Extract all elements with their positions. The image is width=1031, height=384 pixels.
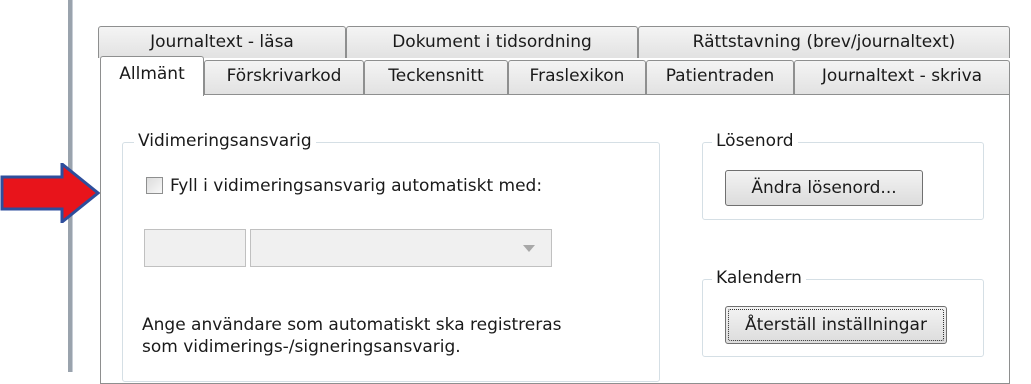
tab-dokument-i-tidsordning[interactable]: Dokument i tidsordning: [346, 26, 638, 58]
tab-fraslexikon[interactable]: Fraslexikon: [508, 60, 646, 94]
calendar-group-title: Kalendern: [712, 268, 806, 288]
autofill-vidimering-label[interactable]: Fyll i vidimeringsansvarig automatiskt m…: [170, 175, 542, 197]
tab-teckensnitt[interactable]: Teckensnitt: [364, 60, 508, 94]
tab-rattstavning[interactable]: Rättstavning (brev/journaltext): [638, 26, 1010, 58]
user-code-field: [144, 229, 246, 267]
autofill-vidimering-checkbox[interactable]: [146, 177, 163, 194]
vidimering-description-line2: som vidimerings-/signeringsansvarig.: [142, 337, 461, 357]
vidimering-group-title: Vidimeringsansvarig: [134, 131, 316, 151]
tab-journaltext-lasa[interactable]: Journaltext - läsa: [98, 26, 346, 58]
tab-allmant[interactable]: Allmänt: [100, 56, 204, 96]
tab-journaltext-skriva[interactable]: Journaltext - skriva: [794, 60, 1010, 94]
chevron-down-icon: [523, 245, 535, 252]
red-arrow-annotation: [0, 163, 100, 223]
button-focus-outline: [728, 309, 944, 341]
change-password-button[interactable]: Ändra lösenord...: [725, 170, 923, 206]
user-name-dropdown: [250, 229, 552, 267]
tab-forskrivarkod[interactable]: Förskrivarkod: [204, 60, 364, 94]
vidimering-description-line1: Ange användare som automatiskt ska regis…: [142, 315, 562, 335]
reset-settings-button[interactable]: Återställ inställningar: [725, 306, 947, 344]
arrow-shape: [0, 163, 100, 223]
tab-patientraden[interactable]: Patientraden: [646, 60, 794, 94]
change-password-button-label: Ändra lösenord...: [751, 178, 897, 198]
password-group-title: Lösenord: [712, 131, 798, 151]
